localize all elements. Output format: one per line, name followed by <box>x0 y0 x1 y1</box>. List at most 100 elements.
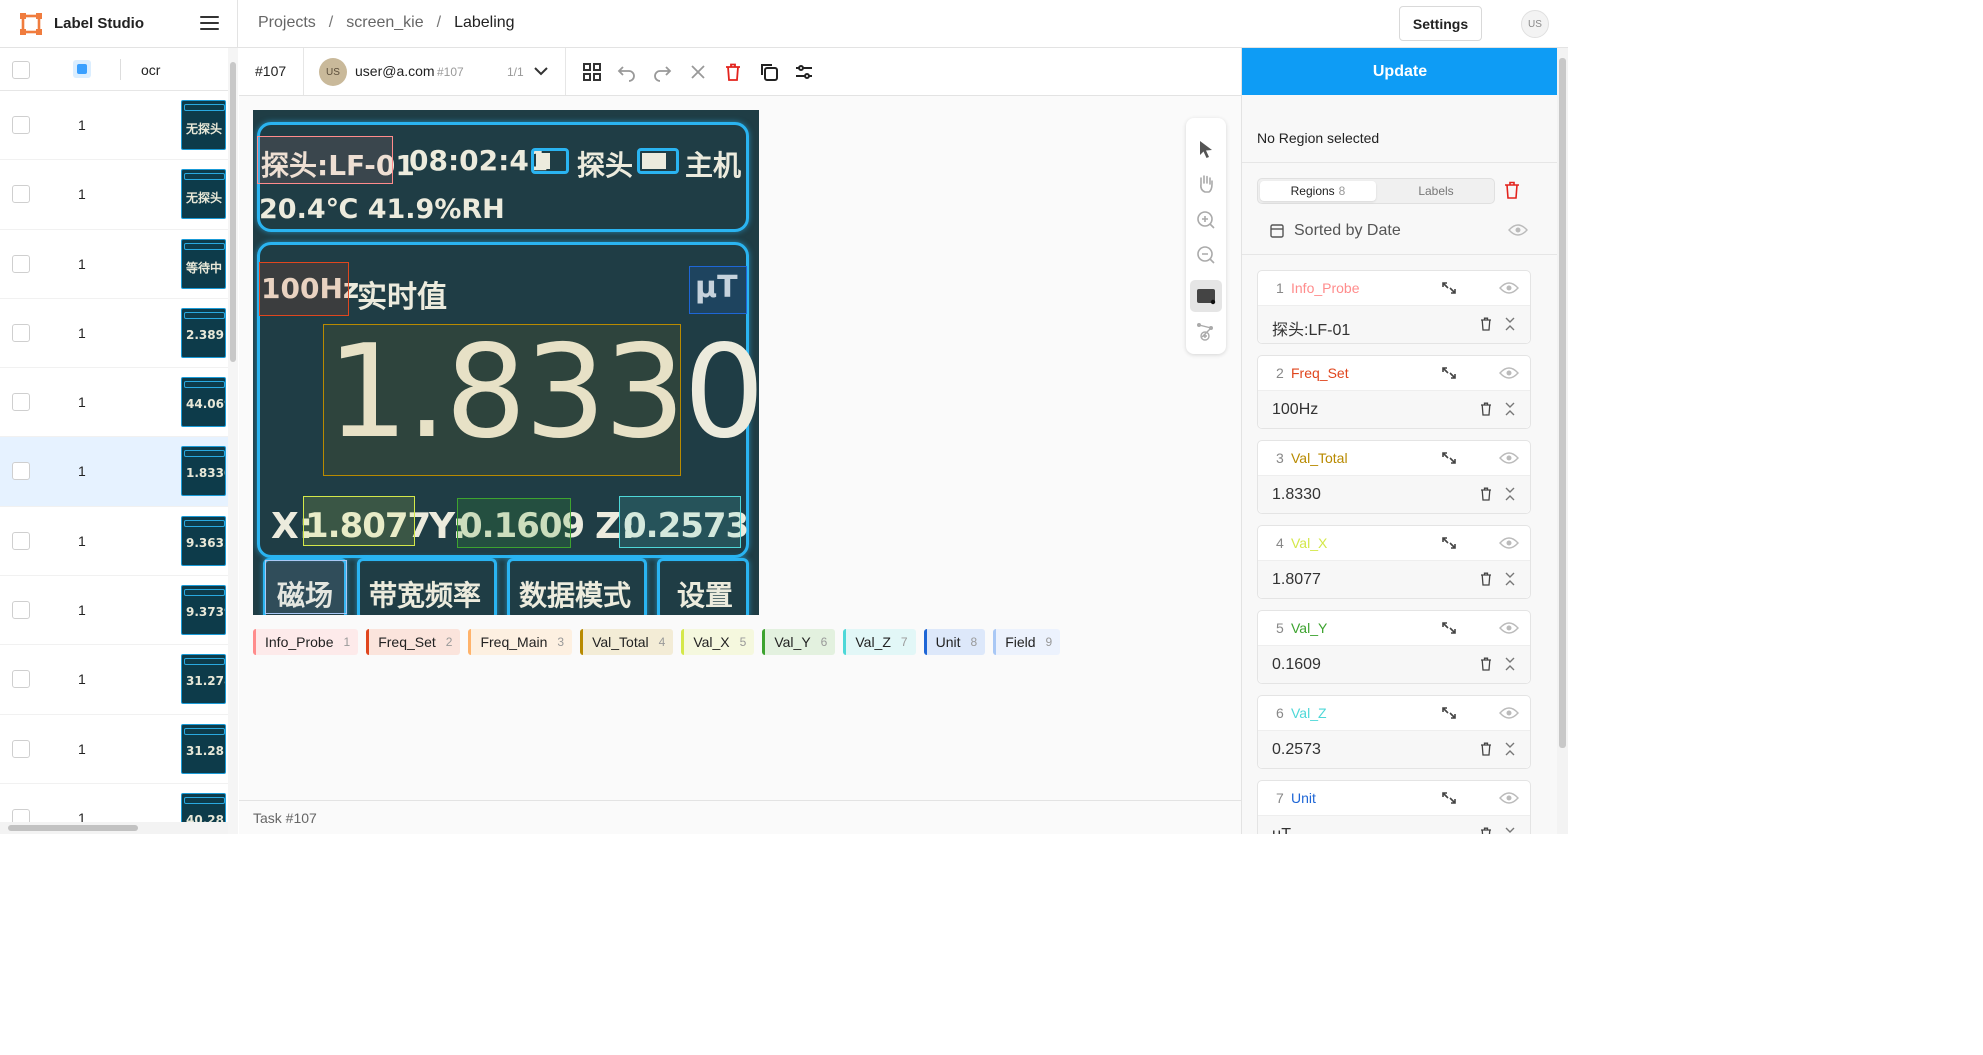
row-thumbnail[interactable]: 9.3632 <box>181 515 226 566</box>
region-collapse-icon[interactable] <box>1504 742 1516 756</box>
region-eye-icon[interactable] <box>1499 621 1519 635</box>
region-eye-icon[interactable] <box>1499 706 1519 720</box>
region-text[interactable]: 1.8077 <box>1258 560 1530 598</box>
task-image[interactable]: 探头:LF-01 08:02:41 探头 主机 20.4℃ 41.9%RH 10… <box>253 110 759 615</box>
select-tool-icon[interactable] <box>1196 139 1216 159</box>
region-text[interactable]: 1.8330 <box>1258 475 1530 513</box>
row-checkbox[interactable] <box>12 116 30 134</box>
label-chip[interactable]: Val_Y 6 <box>762 629 836 655</box>
rectangle-tool-icon[interactable] <box>1196 286 1216 306</box>
region-text[interactable]: 0.1609 <box>1258 645 1530 683</box>
row-checkbox[interactable] <box>12 185 30 204</box>
label-chip[interactable]: Unit 8 <box>923 629 986 655</box>
region-trash-icon[interactable] <box>1480 827 1492 834</box>
polygon-tool-icon[interactable] <box>1196 322 1216 342</box>
table-row[interactable]: 1 44.069 <box>0 368 228 438</box>
region-header[interactable]: 1 Info_Probe <box>1258 271 1530 305</box>
region-value[interactable]: μT <box>1272 826 1291 834</box>
region-eye-icon[interactable] <box>1499 791 1519 805</box>
label-chip[interactable]: Val_Total 4 <box>580 629 674 655</box>
user-avatar[interactable]: US <box>1521 10 1549 38</box>
settings-button[interactable]: Settings <box>1399 6 1482 41</box>
row-checkbox[interactable] <box>12 254 30 273</box>
table-row[interactable]: 1 等待中 <box>0 230 228 299</box>
region-item[interactable]: 1 Info_Probe 探头:LF-01 <box>1257 270 1531 344</box>
row-thumbnail[interactable]: 无探头 <box>181 100 226 150</box>
region-trash-icon[interactable] <box>1480 487 1492 501</box>
label-chip[interactable]: Field 9 <box>993 629 1061 655</box>
region-item[interactable]: 2 Freq_Set 100Hz <box>1257 355 1531 429</box>
row-thumbnail[interactable]: 9.3739 <box>181 585 226 636</box>
id-column-icon[interactable] <box>73 60 91 78</box>
table-row[interactable]: 1 无探头 <box>0 91 228 161</box>
row-checkbox[interactable] <box>12 601 30 620</box>
region-box-val-y[interactable] <box>457 498 571 548</box>
region-link-icon[interactable] <box>1441 281 1457 295</box>
delete-all-regions-icon[interactable] <box>1504 181 1520 199</box>
label-chip[interactable]: Freq_Main 3 <box>468 629 573 655</box>
region-link-icon[interactable] <box>1441 451 1457 465</box>
redo-icon[interactable] <box>652 62 672 82</box>
table-row[interactable]: 1 2.3891 <box>0 299 228 369</box>
region-item[interactable]: 7 Unit μT <box>1257 780 1531 834</box>
column-header-ocr[interactable]: ocr <box>141 62 160 78</box>
row-checkbox[interactable] <box>12 531 30 550</box>
region-eye-icon[interactable] <box>1499 281 1519 295</box>
region-trash-icon[interactable] <box>1480 317 1492 331</box>
region-collapse-icon[interactable] <box>1504 402 1516 416</box>
update-button[interactable]: Update <box>1242 48 1557 95</box>
row-thumbnail[interactable]: 31.281 <box>181 723 226 774</box>
row-checkbox[interactable] <box>12 462 30 481</box>
region-value[interactable]: 1.8330 <box>1272 486 1321 504</box>
region-trash-icon[interactable] <box>1480 572 1492 586</box>
region-box-freq-set[interactable] <box>259 262 349 316</box>
region-box-val-z[interactable] <box>619 496 741 548</box>
region-box-info-probe[interactable] <box>257 136 393 184</box>
region-link-icon[interactable] <box>1441 791 1457 805</box>
row-thumbnail[interactable]: 44.069 <box>181 377 226 428</box>
region-eye-icon[interactable] <box>1499 536 1519 550</box>
region-header[interactable]: 7 Unit <box>1258 781 1530 815</box>
region-value[interactable]: 100Hz <box>1272 401 1318 419</box>
region-item[interactable]: 6 Val_Z 0.2573 <box>1257 695 1531 769</box>
toggle-all-visibility-icon[interactable] <box>1508 223 1528 237</box>
region-link-icon[interactable] <box>1441 621 1457 635</box>
label-chip[interactable]: Val_X 5 <box>681 629 755 655</box>
annotator-name[interactable]: user@a.com <box>355 63 435 79</box>
region-box-field[interactable] <box>265 560 347 614</box>
region-header[interactable]: 6 Val_Z <box>1258 696 1530 730</box>
region-text[interactable]: 探头:LF-01 <box>1258 305 1530 343</box>
row-thumbnail[interactable]: 1.8330 <box>181 446 226 497</box>
region-eye-icon[interactable] <box>1499 451 1519 465</box>
region-collapse-icon[interactable] <box>1504 487 1516 501</box>
row-thumbnail[interactable]: 无探头 <box>181 169 226 220</box>
region-collapse-icon[interactable] <box>1504 657 1516 671</box>
label-chip[interactable]: Val_Z 7 <box>843 629 916 655</box>
region-collapse-icon[interactable] <box>1504 317 1516 331</box>
labeling-canvas[interactable]: 探头:LF-01 08:02:41 探头 主机 20.4℃ 41.9%RH 10… <box>239 96 1241 800</box>
sidebar-scrollbar[interactable] <box>1557 48 1568 834</box>
row-checkbox[interactable] <box>12 670 30 689</box>
region-link-icon[interactable] <box>1441 366 1457 380</box>
pan-tool-icon[interactable] <box>1196 174 1216 194</box>
region-text[interactable]: 100Hz <box>1258 390 1530 428</box>
select-all-checkbox[interactable] <box>12 61 30 79</box>
region-collapse-icon[interactable] <box>1504 572 1516 586</box>
table-row[interactable]: 1 31.278 <box>0 645 228 715</box>
table-row[interactable]: 1 9.3739 <box>0 576 228 646</box>
row-checkbox[interactable] <box>12 739 30 758</box>
zoom-out-icon[interactable] <box>1196 245 1216 265</box>
row-thumbnail[interactable]: 31.278 <box>181 654 226 705</box>
region-header[interactable]: 5 Val_Y <box>1258 611 1530 645</box>
region-box-val-x[interactable] <box>303 496 415 546</box>
tab-regions[interactable]: Regions 8 <box>1260 181 1376 201</box>
region-collapse-icon[interactable] <box>1504 827 1516 834</box>
reset-icon[interactable] <box>688 62 708 82</box>
region-value[interactable]: 探头:LF-01 <box>1272 316 1350 340</box>
region-link-icon[interactable] <box>1441 706 1457 720</box>
region-item[interactable]: 5 Val_Y 0.1609 <box>1257 610 1531 684</box>
sort-control[interactable]: Sorted by Date <box>1270 222 1401 240</box>
table-row[interactable]: 1 无探头 <box>0 160 228 230</box>
label-studio-logo-icon[interactable] <box>20 13 42 35</box>
region-value[interactable]: 0.2573 <box>1272 741 1321 759</box>
